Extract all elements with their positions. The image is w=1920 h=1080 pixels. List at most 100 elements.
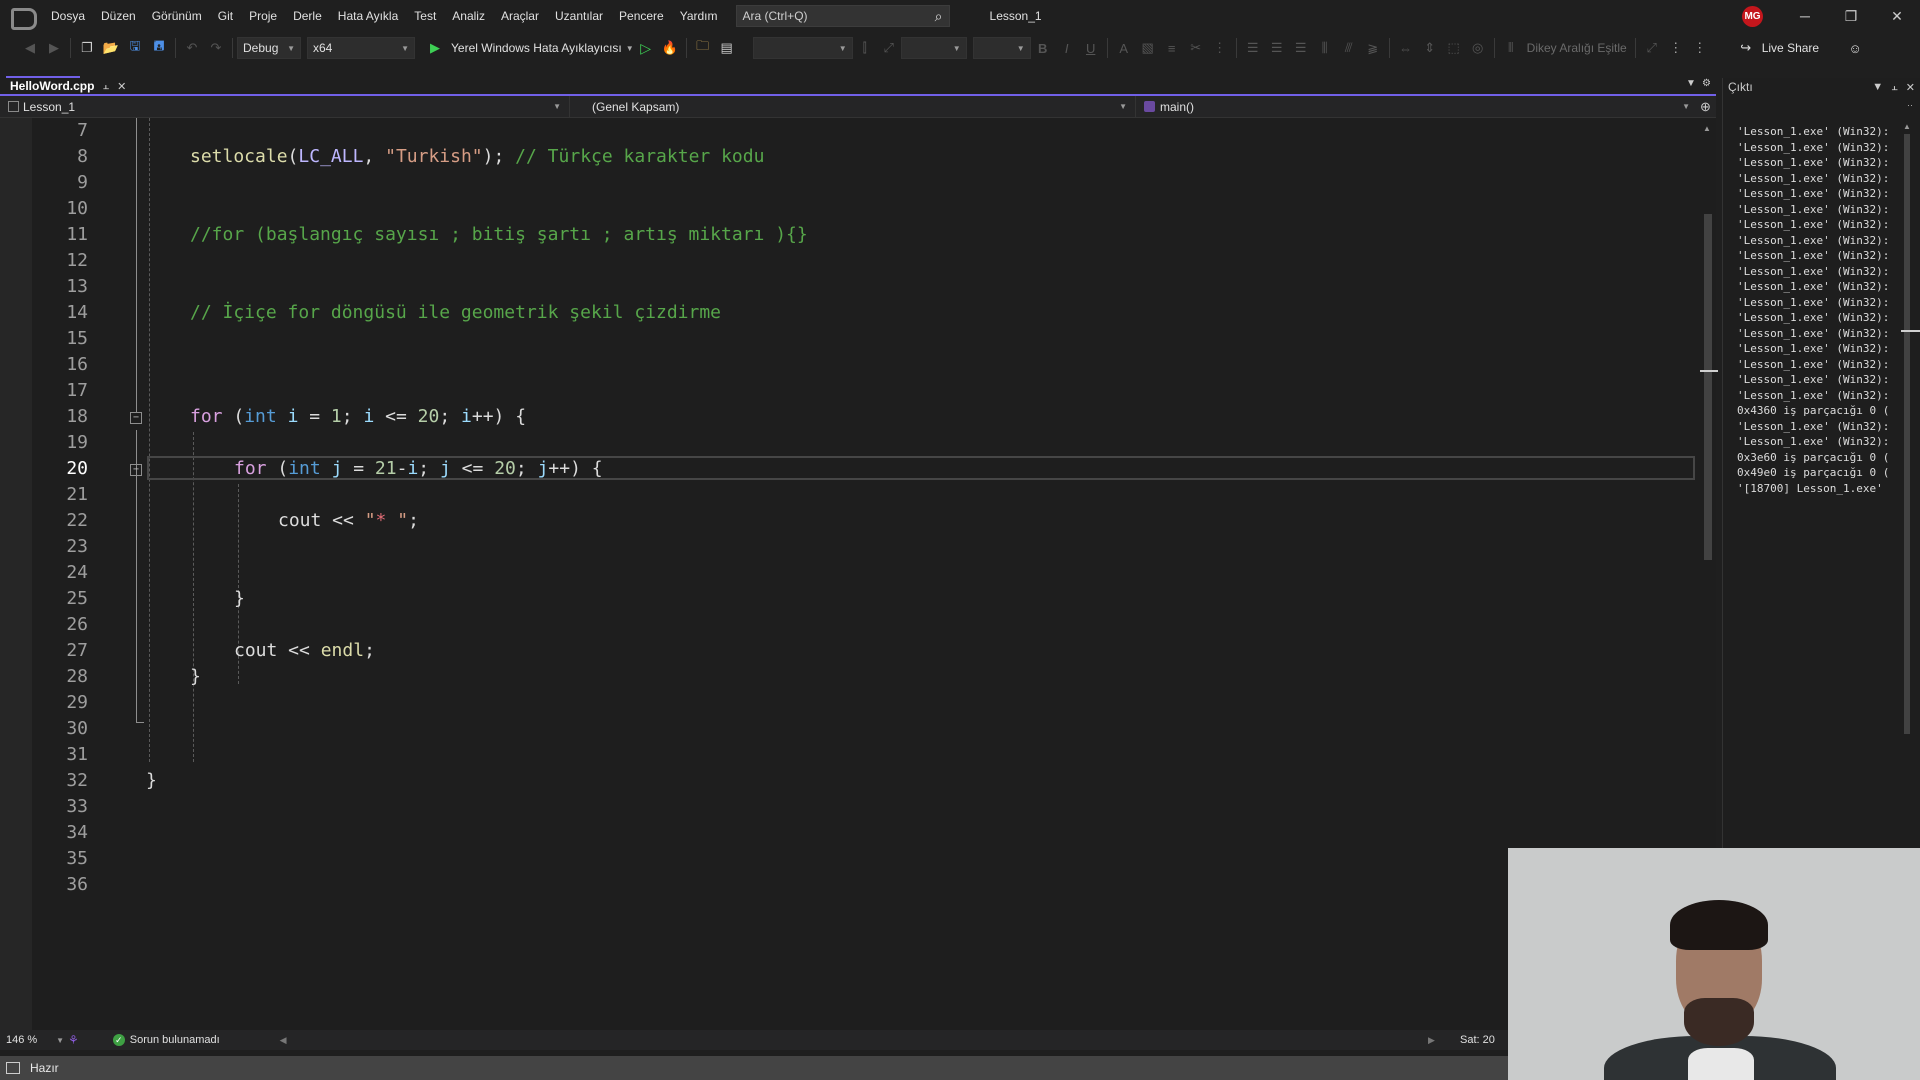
minimize-button[interactable]: ─ [1782,0,1828,32]
underline-icon[interactable]: U [1081,38,1101,58]
align-top-icon[interactable]: ⫼ [1315,38,1335,58]
redo-icon[interactable]: ↷ [206,38,226,58]
pin-icon[interactable]: ⫠ [102,80,109,93]
resize-icon[interactable]: ⤢ [879,38,899,58]
project-icon [8,100,19,112]
open-file-icon[interactable]: 📂 [101,38,121,58]
find-in-files-icon[interactable]: 🗀 [693,38,713,58]
equalize-spacing-icon[interactable]: ⫴ [1501,38,1521,58]
paragraph-align-icon[interactable]: ≡ [1162,38,1182,58]
output-panel-header: Çıktı ▼ ⫠ ✕ [1723,78,1920,96]
menu-file[interactable]: Dosya [43,0,93,32]
scrollbar-thumb[interactable] [1904,134,1910,734]
feedback-icon[interactable]: ☺ [1845,38,1865,58]
undo-icon[interactable]: ↶ [182,38,202,58]
panel-menu-dropdown-icon[interactable]: ▼ [1872,81,1883,94]
format-painter-icon[interactable]: ✂ [1186,38,1206,58]
overflow-icon[interactable]: ⋮ [1210,38,1230,58]
align-right-icon[interactable]: ☰ [1291,38,1311,58]
menu-extensions[interactable]: Uzantılar [547,0,611,32]
split-editor-icon[interactable]: ⊕ [1700,99,1711,115]
window-layout-icon[interactable]: ▤ [717,38,737,58]
equalize-vertical-spacing-button[interactable]: Dikey Aralığı Eşitle [1527,41,1627,55]
align-bottom-icon[interactable]: ⫺ [1363,38,1383,58]
settings-gear-icon[interactable]: ⚙ [1702,78,1711,89]
scroll-up-icon[interactable]: ▲ [1903,122,1911,131]
menu-git[interactable]: Git [210,0,241,32]
align-center-icon[interactable]: ☰ [1267,38,1287,58]
code-line-27: cout << endl; [234,638,375,664]
tab-helloword-cpp[interactable]: HelloWord.cpp ⫠ ✕ [6,78,130,94]
bold-icon[interactable]: B [1033,38,1053,58]
member-dropdown[interactable]: main() ▼ [1136,96,1698,118]
live-share-button[interactable]: Live Share [1762,41,1819,55]
close-window-button[interactable]: ✕ [1874,0,1920,32]
font-color-icon[interactable]: A [1114,38,1134,58]
menu-help[interactable]: Yardım [672,0,726,32]
code-editor[interactable]: 7 8 9 10 11 12 13 14 15 16 17 18 19 20 21 22 23 24 25 26 27 2… [0,118,1700,1030]
menu-edit[interactable]: Düzen [93,0,144,32]
menu-window[interactable]: Pencere [611,0,672,32]
navigate-back-icon[interactable]: ◀ [20,38,40,58]
toolbar-overflow-icon[interactable]: ‥ [1907,98,1913,109]
menu-view[interactable]: Görünüm [144,0,210,32]
scroll-right-icon[interactable]: ▶ [1428,1035,1435,1046]
menu-debug[interactable]: Hata Ayıkla [330,0,406,32]
issues-status[interactable]: Sorun bulunamadı [130,1034,220,1046]
configuration-dropdown[interactable]: Debug ▼ [237,37,301,59]
user-avatar[interactable]: MG [1742,6,1763,27]
scrollbar-thumb[interactable] [1704,214,1712,560]
italic-icon[interactable]: I [1057,38,1077,58]
tab-order-icon[interactable]: ⤢ [1642,38,1662,58]
tab-list-dropdown-icon[interactable]: ▼ [1686,78,1696,89]
navigate-forward-icon[interactable]: ▶ [44,38,64,58]
output-vertical-scrollbar[interactable]: ▲ [1901,122,1920,744]
start-debugging-icon[interactable]: ▶ [425,38,445,58]
collapse-toggle-icon[interactable]: − [130,412,142,424]
close-panel-icon[interactable]: ✕ [1906,81,1915,94]
zoom-level-dropdown[interactable]: 146 % ▼ [6,1034,64,1046]
font-name-dropdown[interactable]: ▼ [752,37,853,59]
make-same-height-icon[interactable]: ⇕ [1420,38,1440,58]
menu-test[interactable]: Test [406,0,444,32]
scroll-up-icon[interactable]: ▲ [1703,124,1711,133]
align-left-icon[interactable]: ☰ [1243,38,1263,58]
save-all-icon[interactable]: 🖪 [149,38,169,58]
live-share-icon[interactable]: ↪ [1736,38,1756,58]
hot-reload-icon[interactable]: 🔥 [660,38,680,58]
token-punct: ++) { [548,458,603,479]
new-project-icon[interactable]: ❐ [77,38,97,58]
start-without-debugging-icon[interactable]: ▷ [636,38,656,58]
notification-icon[interactable] [6,1062,20,1074]
restore-button[interactable]: ❐ [1828,0,1874,32]
token-variable: j [537,458,549,479]
background-color-icon[interactable]: ▧ [1138,38,1158,58]
collapse-toggle-icon[interactable]: − [130,464,142,476]
size-to-grid-icon[interactable]: ◎ [1468,38,1488,58]
intellicode-icon[interactable]: ⚘ [68,1033,79,1047]
output-text[interactable]: 'Lesson_1.exe' (Win32): 'Lesson_1.exe' (W… [1737,124,1895,496]
style-dropdown[interactable]: ▼ [972,37,1031,59]
menu-project[interactable]: Proje [241,0,285,32]
debug-target-button[interactable]: Yerel Windows Hata Ayıklayıcısı [451,41,622,55]
menu-tools[interactable]: Araçlar [493,0,547,32]
search-input[interactable]: Ara (Ctrl+Q) ⌕ [735,5,950,27]
toolbar-options-icon[interactable]: ⋮ [1690,38,1710,58]
align-middle-icon[interactable]: ⫻ [1339,38,1359,58]
align-icon[interactable]: ⫿ [855,38,875,58]
toolbar-options-icon[interactable]: ⋮ [1666,38,1686,58]
make-same-size-icon[interactable]: ⬚ [1444,38,1464,58]
menu-build[interactable]: Derle [285,0,330,32]
font-size-dropdown[interactable]: ▼ [900,37,967,59]
close-tab-icon[interactable]: ✕ [117,80,126,93]
pin-icon[interactable]: ⫠ [1891,81,1898,94]
make-same-width-icon[interactable]: ⇔ [1396,38,1416,58]
project-dropdown[interactable]: Lesson_1 ▼ [0,95,570,118]
scope-dropdown[interactable]: (Genel Kapsam) ▼ [570,95,1136,118]
menu-analyze[interactable]: Analiz [444,0,493,32]
platform-dropdown[interactable]: x64 ▼ [307,37,415,59]
search-icon[interactable]: ⌕ [935,8,943,25]
scroll-left-icon[interactable]: ◀ [280,1035,287,1046]
chevron-down-icon[interactable]: ▼ [626,44,634,53]
save-icon[interactable]: 🖫 [125,38,145,58]
